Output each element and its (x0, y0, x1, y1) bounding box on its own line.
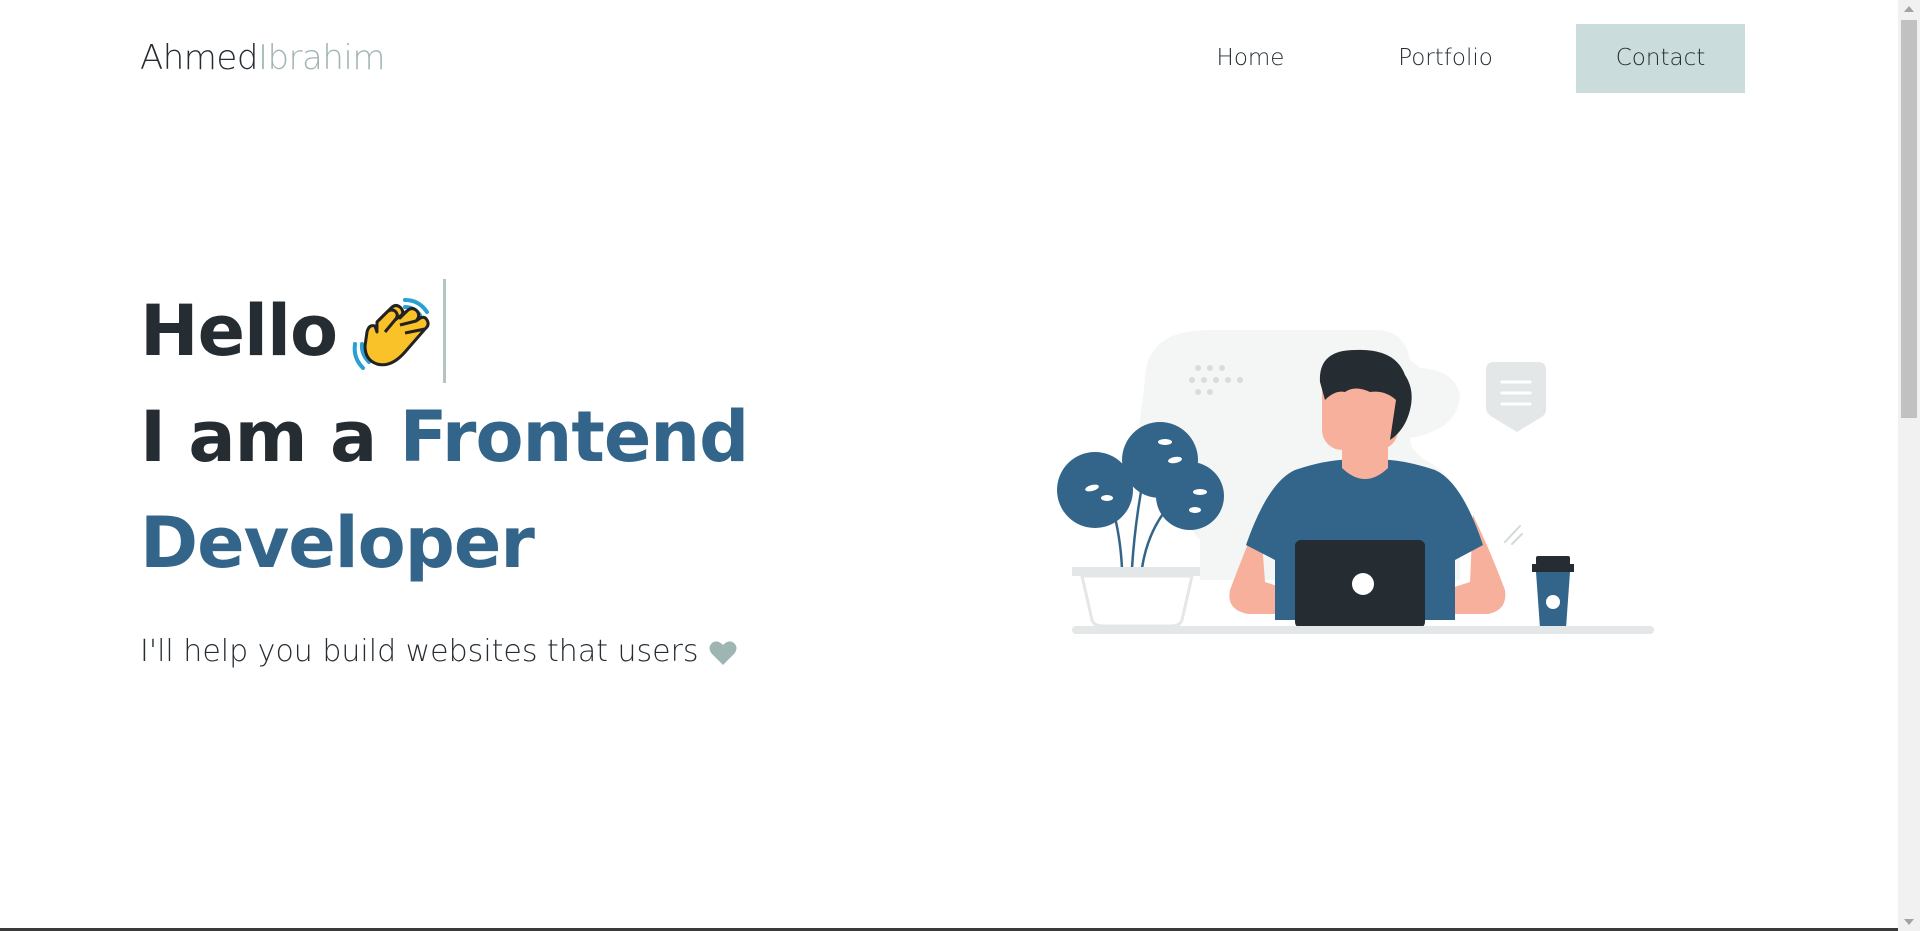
scrollbar-thumb[interactable] (1901, 20, 1917, 418)
hero-tagline: I'll help you build websites that users (140, 634, 748, 669)
hero-tagline-text: I'll help you build websites that users (140, 634, 699, 669)
page: AhmedIbrahim Home Portfolio Contact Hell… (0, 0, 1920, 931)
nav-link-portfolio[interactable]: Portfolio (1343, 24, 1548, 93)
hero-greeting: Hello (140, 290, 338, 372)
site-header: AhmedIbrahim Home Portfolio Contact (0, 0, 1898, 118)
typing-cursor (443, 279, 447, 383)
nav-contact-button[interactable]: Contact (1576, 24, 1745, 93)
hero-title-line-2: I am a Frontend (140, 384, 750, 490)
site-logo[interactable]: AhmedIbrahim (140, 38, 385, 78)
hero-greeting-line: Hello (140, 278, 748, 384)
waving-hand-icon (347, 292, 433, 378)
developer-at-laptop-illustration (1050, 320, 1670, 640)
logo-last-name: Ibrahim (257, 38, 386, 78)
scroll-up-arrow-icon[interactable] (1904, 6, 1914, 12)
hero-text: Hello I am a Frontend Developer I'll hel… (140, 278, 750, 669)
hero-line3: Developer (140, 502, 535, 584)
hero-line2-accent: Frontend (399, 396, 750, 478)
logo-first-name: Ahmed (140, 38, 258, 78)
scroll-down-arrow-icon[interactable] (1904, 919, 1914, 925)
hero-title-line-3: Developer (140, 490, 748, 596)
hero-line2-prefix: I am a (140, 396, 400, 478)
nav-link-home[interactable]: Home (1158, 24, 1343, 93)
vertical-scrollbar[interactable] (1898, 0, 1920, 931)
main-nav: Home Portfolio Contact (1158, 24, 1745, 93)
heart-icon (709, 639, 737, 665)
